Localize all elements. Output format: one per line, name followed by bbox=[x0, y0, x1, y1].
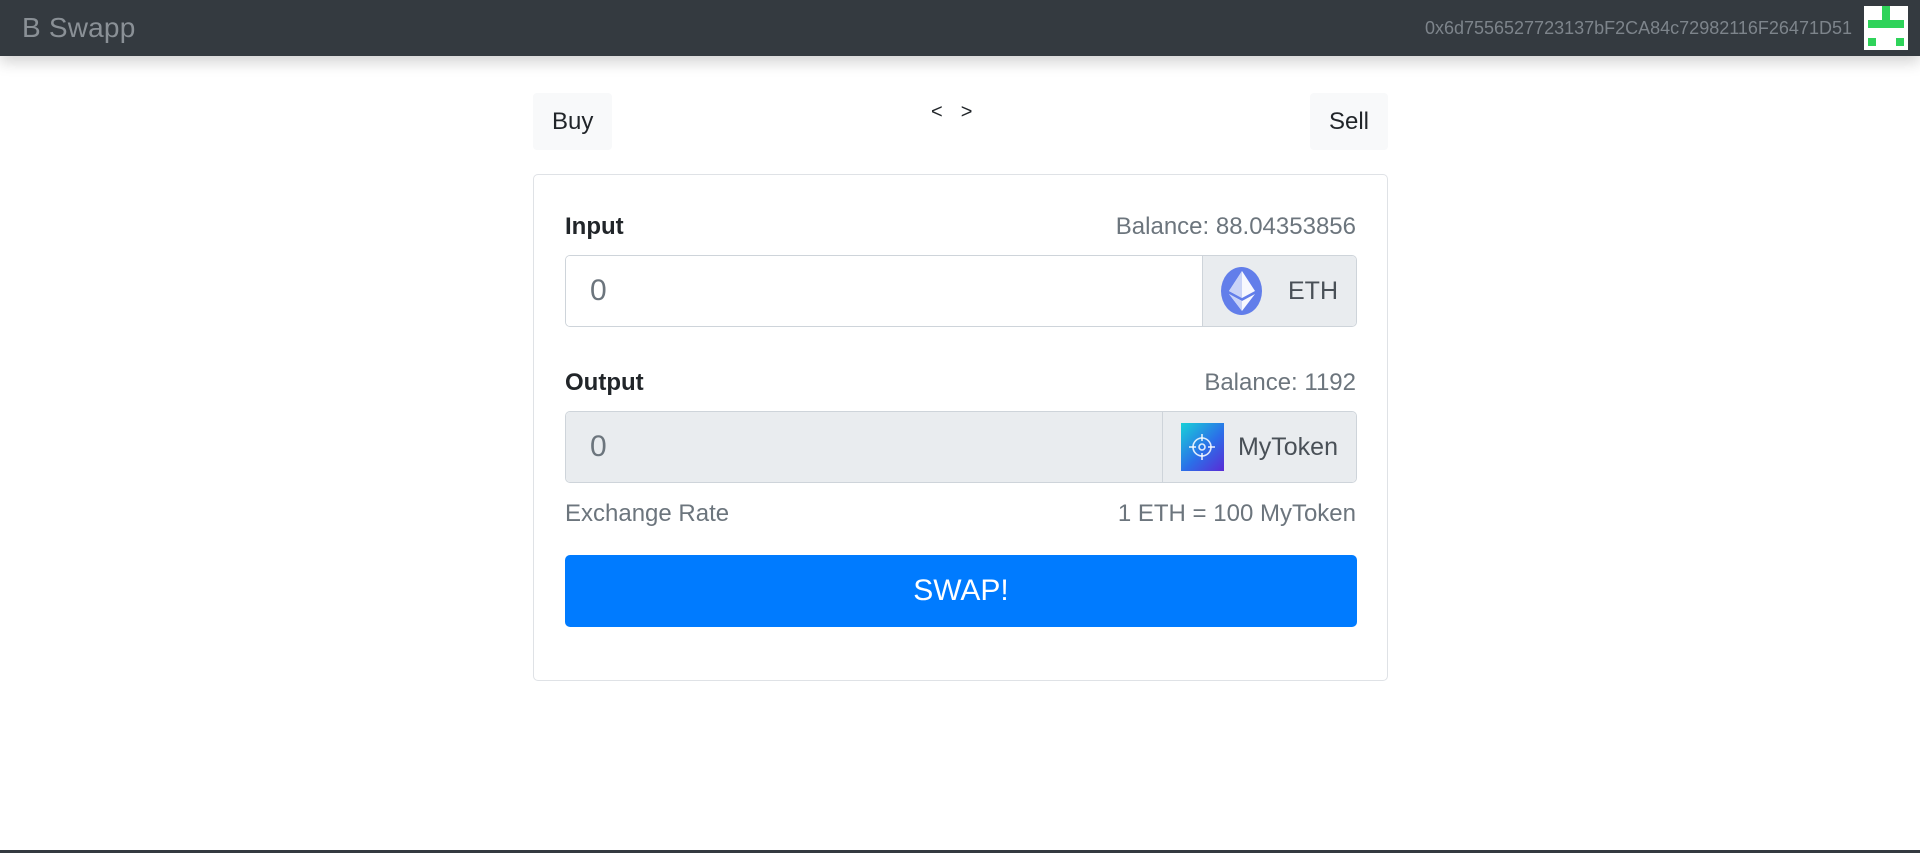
account-address: 0x6d7556527723137bF2CA84c72982116F26471D… bbox=[1424, 17, 1852, 38]
output-amount-field bbox=[566, 412, 1162, 482]
input-amount-field[interactable] bbox=[566, 256, 1202, 326]
input-token-addon: ETH bbox=[1202, 256, 1356, 326]
swap-button[interactable]: SWAP! bbox=[565, 555, 1357, 627]
exchange-rate-value: 1 ETH = 100 MyToken bbox=[1117, 500, 1356, 527]
input-token-name: ETH bbox=[1288, 276, 1338, 305]
previous-button[interactable]: < bbox=[931, 101, 943, 124]
swap-mode-toolbar: Buy < > Sell bbox=[533, 93, 1388, 150]
exchange-rate-label: Exchange Rate bbox=[565, 500, 730, 527]
ethereum-icon bbox=[1221, 267, 1262, 315]
input-amount-group: ETH bbox=[565, 255, 1357, 327]
mode-pager: < > bbox=[931, 101, 972, 124]
input-label: Input bbox=[565, 213, 624, 240]
output-balance: Balance: 1192 bbox=[1204, 369, 1356, 396]
swap-card: Input Balance: 88.04353856 ETH Output Ba… bbox=[533, 174, 1388, 681]
next-button[interactable]: > bbox=[961, 101, 973, 124]
sell-button[interactable]: Sell bbox=[1309, 93, 1388, 150]
buy-button[interactable]: Buy bbox=[533, 93, 613, 150]
mytoken-icon bbox=[1181, 423, 1224, 471]
identicon-avatar bbox=[1864, 6, 1908, 50]
input-balance: Balance: 88.04353856 bbox=[1115, 213, 1356, 240]
top-navbar: B Swapp 0x6d7556527723137bF2CA84c7298211… bbox=[0, 0, 1920, 56]
account-info: 0x6d7556527723137bF2CA84c72982116F26471D… bbox=[1425, 6, 1908, 50]
output-token-name: MyToken bbox=[1237, 432, 1338, 461]
output-token-addon: MyToken bbox=[1162, 412, 1356, 482]
output-amount-group: MyToken bbox=[565, 411, 1357, 483]
brand-link[interactable]: B Swapp bbox=[22, 12, 135, 44]
output-label: Output bbox=[565, 369, 644, 396]
